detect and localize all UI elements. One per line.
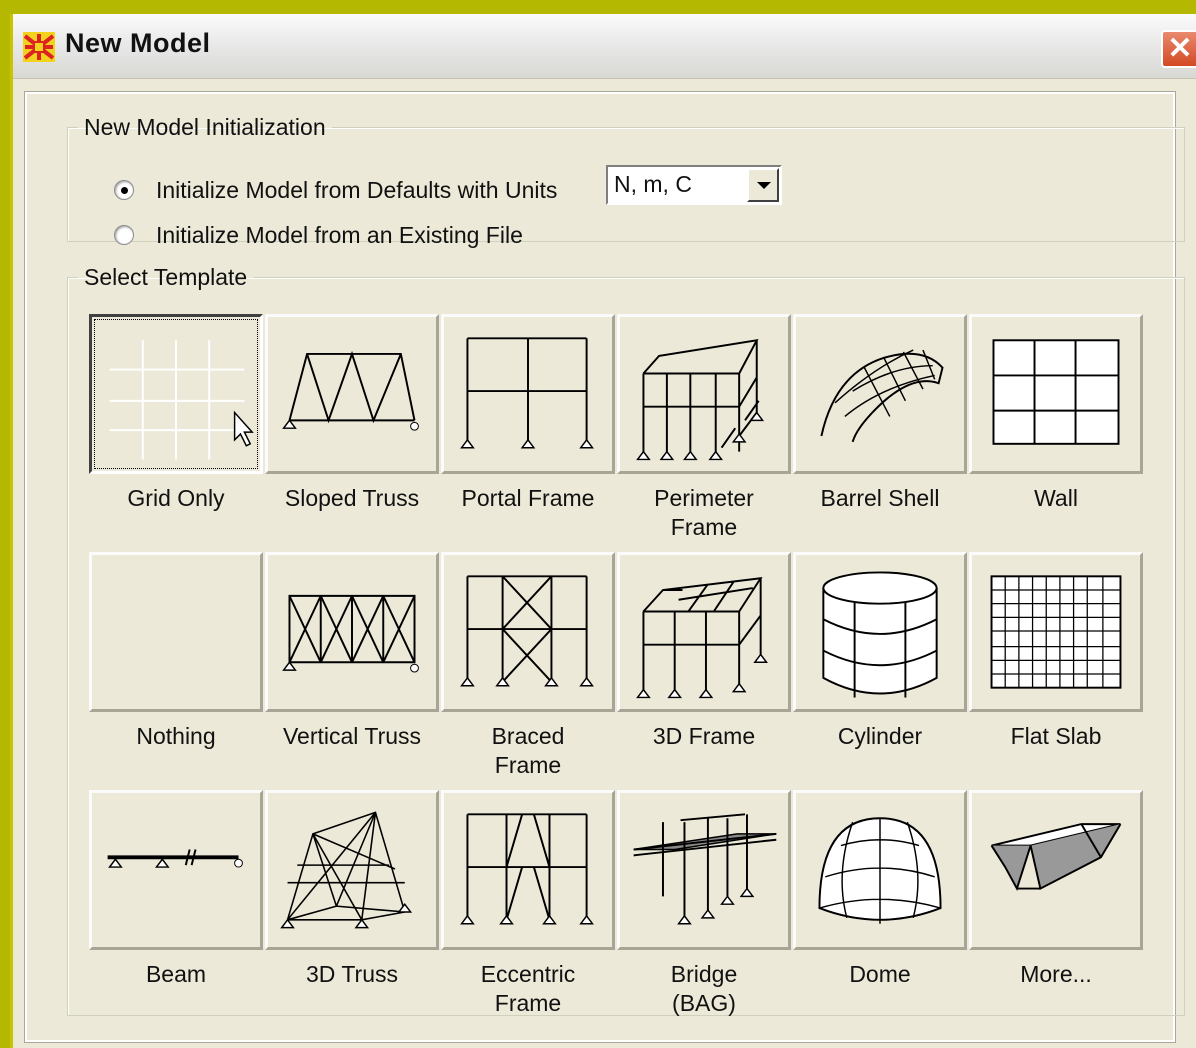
braced-frame-icon xyxy=(460,575,594,687)
template-button[interactable] xyxy=(89,790,263,950)
dome-icon xyxy=(818,817,942,924)
template-label: Vertical Truss xyxy=(282,723,422,749)
radio-defaults-row[interactable]: Initialize Model from Defaults with Unit… xyxy=(114,175,557,205)
radio-existing-file[interactable] xyxy=(114,225,134,245)
template-label: Cylinder xyxy=(837,723,923,749)
beam-icon xyxy=(107,849,243,868)
portal-frame-icon xyxy=(460,337,594,449)
template-button[interactable] xyxy=(793,790,967,950)
more-box-girder-icon xyxy=(990,823,1122,892)
grid-icon xyxy=(109,340,254,460)
template-label: Barrel Shell xyxy=(820,485,940,511)
bridge-icon xyxy=(633,813,777,925)
sap2000-app-icon xyxy=(23,32,55,62)
template-button[interactable] xyxy=(441,552,615,712)
template-button[interactable] xyxy=(969,314,1143,474)
template-label: Braced Frame xyxy=(491,723,565,778)
template-label: Sloped Truss xyxy=(284,485,420,511)
dialog-body: New Model Initialization Initialize Mode… xyxy=(24,91,1185,1043)
template-label: Wall xyxy=(1034,485,1078,511)
template-button[interactable] xyxy=(89,314,263,474)
template-label: Bridge (BAG) xyxy=(670,961,738,1016)
sloped-truss-icon xyxy=(282,350,419,431)
template-button[interactable] xyxy=(617,790,791,950)
radio-defaults[interactable] xyxy=(114,180,134,200)
radio-file-label: Initialize Model from an Existing File xyxy=(156,221,523,248)
title-bar[interactable]: New Model ✕ xyxy=(13,14,1196,79)
template-label: Grid Only xyxy=(127,485,225,511)
template-button[interactable] xyxy=(265,790,439,950)
template-label: 3D Frame xyxy=(652,723,756,749)
template-button[interactable] xyxy=(265,314,439,474)
template-label: Eccentric Frame xyxy=(480,961,576,1016)
template-label: Dome xyxy=(849,961,911,987)
initialization-legend: New Model Initialization xyxy=(84,114,326,140)
template-button[interactable] xyxy=(617,552,791,712)
flat-slab-icon xyxy=(990,575,1122,689)
perimeter-frame-icon xyxy=(636,339,765,461)
template-button[interactable] xyxy=(265,552,439,712)
template-label: Perimeter Frame xyxy=(654,485,754,540)
template-button[interactable] xyxy=(969,790,1143,950)
template-button[interactable] xyxy=(89,552,263,712)
blank-icon xyxy=(92,555,260,709)
radio-file-row[interactable]: Initialize Model from an Existing File xyxy=(114,220,523,250)
template-label: Nothing xyxy=(136,723,216,749)
template-label: 3D Truss xyxy=(305,961,399,987)
template-button[interactable] xyxy=(441,314,615,474)
3d-frame-icon xyxy=(636,577,768,699)
template-button[interactable] xyxy=(793,552,967,712)
wall-icon xyxy=(992,339,1120,445)
chevron-down-icon[interactable] xyxy=(747,168,779,202)
template-button[interactable] xyxy=(617,314,791,474)
close-button[interactable]: ✕ xyxy=(1161,30,1196,68)
units-value: N, m, C xyxy=(614,171,692,197)
model-initialization-group: New Model Initialization Initialize Mode… xyxy=(67,114,1185,248)
cylinder-icon xyxy=(822,571,938,698)
window-title: New Model xyxy=(65,28,211,58)
template-button[interactable] xyxy=(441,790,615,950)
new-model-dialog: New Model ✕ New Model Initialization Ini… xyxy=(10,14,1196,1048)
barrel-shell-icon xyxy=(820,349,944,443)
template-button[interactable] xyxy=(793,314,967,474)
radio-defaults-label: Initialize Model from Defaults with Unit… xyxy=(156,176,558,203)
template-label: Flat Slab xyxy=(1010,723,1102,749)
vertical-truss-icon xyxy=(282,594,419,673)
template-legend: Select Template xyxy=(84,264,248,290)
template-label: Portal Frame xyxy=(461,485,595,511)
3d-truss-icon xyxy=(280,811,413,929)
template-label: More... xyxy=(1020,961,1092,987)
eccentric-frame-icon xyxy=(460,813,594,925)
template-label: Beam xyxy=(145,961,207,987)
template-button[interactable] xyxy=(969,552,1143,712)
units-dropdown[interactable]: N, m, C xyxy=(606,165,782,205)
